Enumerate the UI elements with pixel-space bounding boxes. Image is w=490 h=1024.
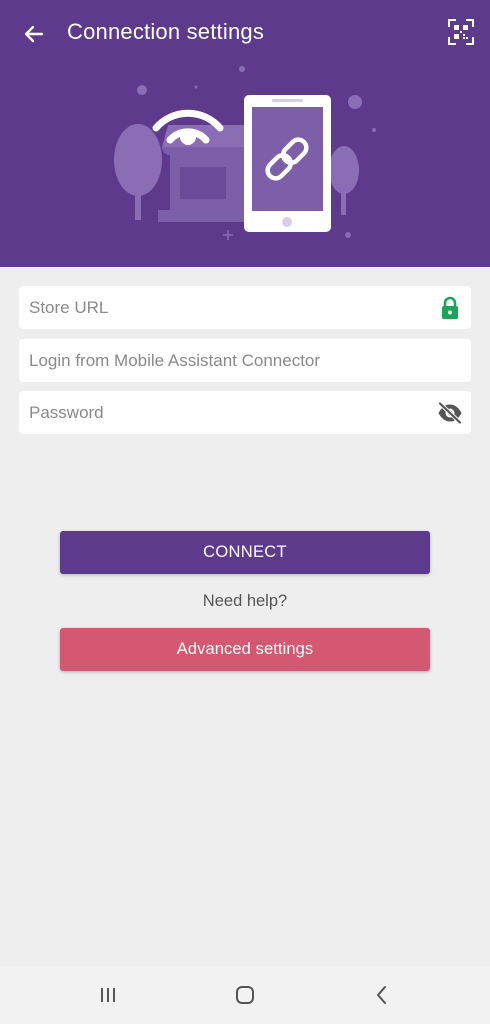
password-field[interactable]: [19, 391, 471, 434]
lock-icon: [437, 295, 463, 321]
app-header: Connection settings: [0, 0, 490, 267]
nav-back-icon: [377, 986, 386, 1004]
qr-code-scan-icon: [448, 19, 474, 45]
login-field[interactable]: [19, 339, 471, 382]
home-button[interactable]: [230, 980, 260, 1010]
back-button[interactable]: [14, 14, 54, 54]
nav-back-button[interactable]: [367, 980, 397, 1010]
login-input[interactable]: [29, 350, 409, 371]
arrow-left-icon: [24, 25, 44, 43]
store-wifi-phone-link-illustration: [114, 66, 376, 240]
store-url-field[interactable]: [19, 286, 471, 329]
recents-button[interactable]: [93, 980, 123, 1010]
password-input[interactable]: [29, 402, 409, 423]
recents-icon: [101, 988, 115, 1002]
store-url-input[interactable]: [29, 297, 409, 318]
advanced-settings-button[interactable]: Advanced settings: [60, 628, 430, 671]
need-help-link[interactable]: Need help?: [0, 592, 490, 611]
system-navigation-bar: [0, 966, 490, 1024]
page-title: Connection settings: [67, 19, 265, 44]
home-icon: [236, 986, 254, 1004]
connect-button[interactable]: CONNECT: [60, 531, 430, 574]
qr-scan-button[interactable]: [441, 12, 481, 52]
eye-off-icon[interactable]: [437, 400, 463, 426]
